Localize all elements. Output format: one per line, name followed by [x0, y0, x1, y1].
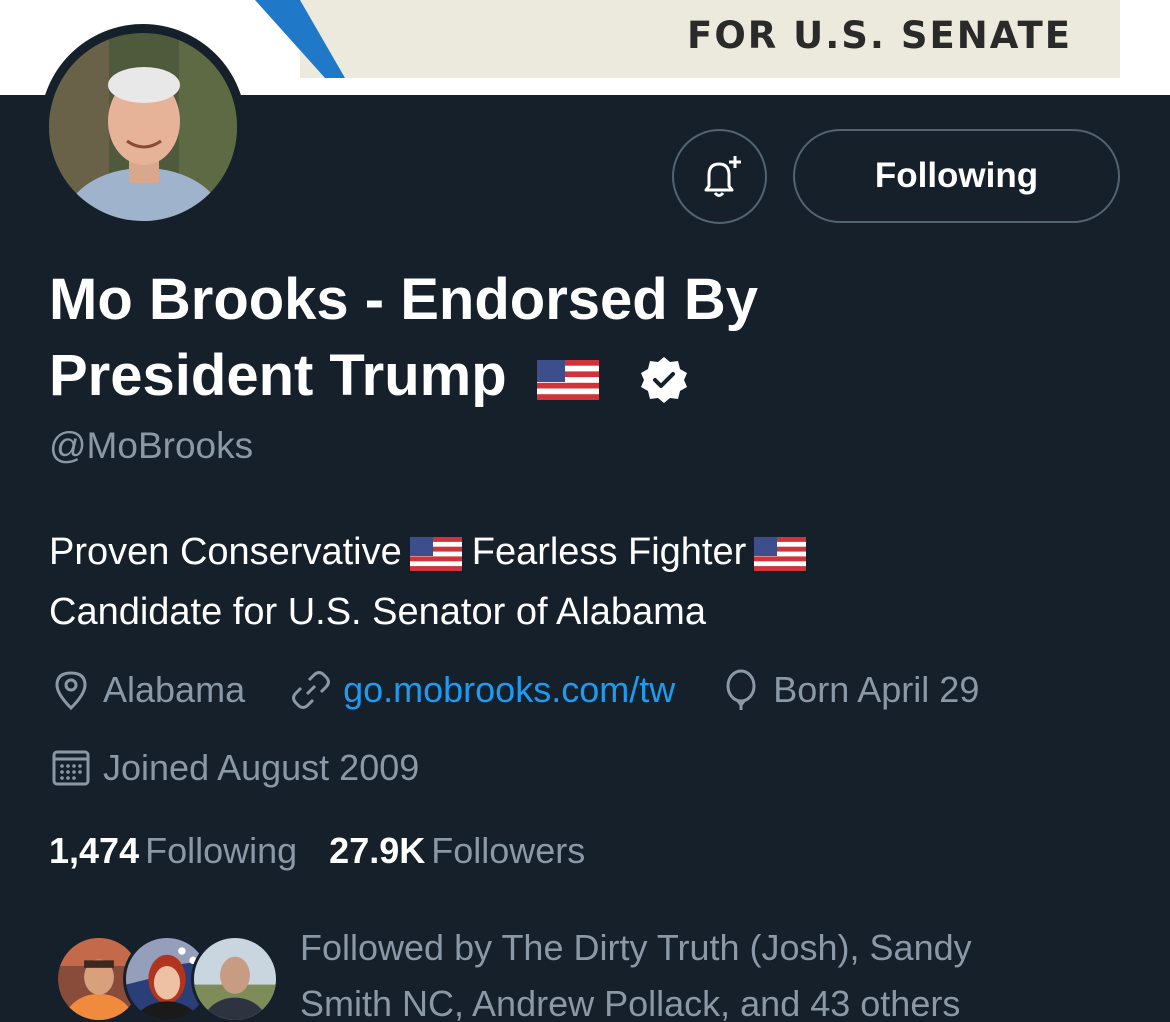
website-item[interactable]: go.mobrooks.com/tw: [289, 668, 675, 712]
following-button[interactable]: Following: [793, 129, 1120, 223]
notifications-button[interactable]: [672, 129, 767, 224]
profile-handle: @MoBrooks: [49, 425, 254, 466]
followers-count: 27.9K: [329, 830, 426, 871]
bio-text-1: Proven Conservative: [49, 531, 402, 573]
profile-meta-row: Alabama go.mobrooks.com/tw Born April 29: [49, 665, 1023, 715]
display-name: Mo Brooks - Endorsed By President Trump: [49, 262, 949, 414]
bio-text-3: Candidate for U.S. Senator of Alabama: [49, 591, 706, 633]
joined-text: Joined August 2009: [103, 747, 420, 788]
birthday-item: Born April 29: [719, 668, 979, 712]
profile-meta-row-2: Joined August 2009: [49, 743, 463, 793]
avatar-photo: [49, 33, 237, 221]
bio-text-2: Fearless Fighter: [471, 531, 747, 573]
followed-by-text[interactable]: Followed by The Dirty Truth (Josh), Sand…: [300, 920, 1060, 1022]
verified-badge-icon: [640, 356, 687, 403]
location-text: Alabama: [103, 669, 246, 710]
birthday-text: Born April 29: [773, 669, 980, 710]
followed-by-avatars[interactable]: [55, 935, 279, 1022]
followers-stat[interactable]: 27.9K Followers: [329, 830, 585, 872]
profile-stats: 1,474 Following 27.9K Followers: [49, 830, 617, 872]
followers-label: Followers: [431, 830, 586, 871]
us-flag-icon: [754, 536, 807, 571]
following-stat[interactable]: 1,474 Following: [49, 830, 297, 872]
profile-avatar[interactable]: [40, 24, 246, 230]
banner-text: FOR U.S. SENATE: [687, 14, 1072, 57]
calendar-icon: [52, 750, 90, 786]
bell-plus-icon: [704, 155, 741, 197]
website-link[interactable]: go.mobrooks.com/tw: [343, 669, 675, 711]
following-count: 1,474: [49, 830, 140, 871]
following-label: Following: [145, 830, 298, 871]
location-item: Alabama: [49, 668, 245, 712]
balloon-icon: [726, 669, 756, 710]
location-pin-icon: [55, 671, 87, 711]
us-flag-icon: [536, 359, 599, 400]
link-icon: [292, 671, 331, 709]
us-flag-icon: [409, 536, 462, 571]
follower-avatar: [191, 935, 279, 1022]
joined-item: Joined August 2009: [49, 746, 419, 790]
profile-bio: Proven Conservative Fearless Fighter Can…: [49, 522, 1049, 642]
